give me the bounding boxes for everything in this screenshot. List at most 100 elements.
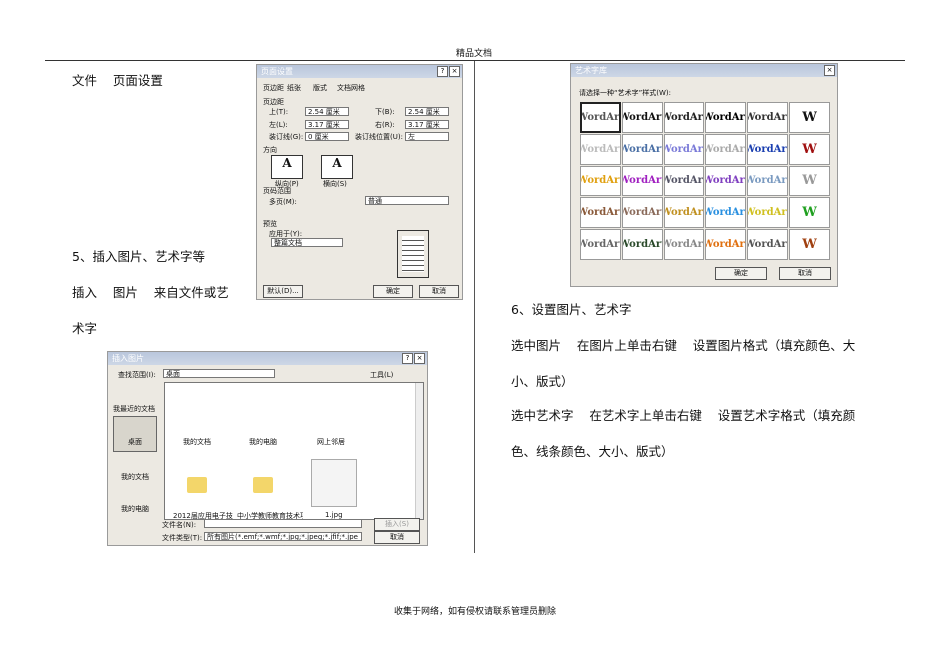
tab-margins[interactable]: 页边距: [263, 83, 284, 93]
column-divider: [474, 61, 475, 553]
right-margin-input[interactable]: 3.17 厘米: [405, 120, 449, 129]
apply-to-select[interactable]: 整篇文档: [271, 238, 343, 247]
bottom-margin-input[interactable]: 2.54 厘米: [405, 107, 449, 116]
default-button[interactable]: 默认(D)...: [263, 285, 303, 298]
left-line-3: 插入 图片 来自文件或艺: [72, 285, 229, 300]
wordart-style-option[interactable]: WordArt: [580, 133, 621, 165]
landscape-label: 横向(S): [323, 180, 347, 188]
right-line-3: 小、版式）: [511, 374, 574, 389]
file-item[interactable]: 1.jpg: [325, 511, 343, 519]
preview-label: 预览: [263, 220, 277, 228]
tab-layout[interactable]: 版式: [313, 83, 327, 93]
wordart-style-option[interactable]: WordArt: [663, 102, 705, 133]
file-item[interactable]: 我的电脑: [249, 437, 277, 447]
orientation-label: 方向: [263, 146, 277, 154]
multi-pages-select[interactable]: 普通: [365, 196, 449, 205]
left-margin-input[interactable]: 3.17 厘米: [305, 120, 349, 129]
file-item[interactable]: 网上邻居: [317, 437, 345, 447]
wordart-style-option[interactable]: WordArt: [663, 197, 705, 229]
place-my-computer[interactable]: 我的电脑: [121, 504, 149, 514]
wordart-style-option[interactable]: WordArt: [747, 229, 789, 260]
cancel-button[interactable]: 取消: [374, 531, 420, 544]
landscape-option[interactable]: A: [321, 155, 353, 179]
image-thumbnail: [311, 459, 357, 507]
wordart-style-option[interactable]: WordArt: [580, 229, 621, 260]
wordart-style-option[interactable]: WordArt: [621, 197, 663, 229]
folder-icon: [187, 477, 207, 493]
place-my-documents[interactable]: 我的文档: [121, 472, 149, 482]
wordart-style-option[interactable]: WordArt: [747, 133, 789, 165]
page-preview: [397, 230, 429, 278]
close-icon[interactable]: ×: [824, 65, 835, 76]
wordart-style-option[interactable]: W: [789, 133, 830, 165]
scrollbar[interactable]: [415, 383, 423, 519]
wordart-style-option[interactable]: WordArt: [705, 133, 747, 165]
filename-label: 文件名(N):: [162, 521, 197, 529]
close-icon[interactable]: ×: [414, 353, 425, 364]
place-recent[interactable]: 我最近的文档: [113, 404, 155, 414]
wordart-grid: WordArtWordArtWordArtWordArtWordArtWWord…: [580, 102, 830, 260]
dialog-titlebar: 插入图片 ? ×: [108, 352, 427, 365]
wordart-style-option[interactable]: WordArt: [580, 102, 621, 133]
insert-picture-dialog: 插入图片 ? × 查找范围(I): 桌面 工具(L) 我最近的文档 桌面 我的文档…: [107, 351, 428, 546]
lookin-select[interactable]: 桌面: [163, 369, 275, 378]
cancel-button[interactable]: 取消: [419, 285, 459, 298]
lookin-label: 查找范围(I):: [118, 371, 156, 379]
right-label: 右(R):: [375, 121, 395, 129]
file-item[interactable]: 我的文档: [183, 437, 211, 447]
page-setup-dialog: 页面设置 ? × 页边距 纸张 版式 文档网格 页边距 上(T): 2.54 厘米…: [256, 64, 463, 300]
close-icon[interactable]: ×: [449, 66, 460, 77]
wordart-style-option[interactable]: W: [789, 102, 830, 133]
portrait-option[interactable]: A: [271, 155, 303, 179]
right-line-4: 选中艺术字 在艺术字上单击右键 设置艺术字格式（填充颜: [511, 408, 856, 423]
wordart-style-option[interactable]: WordArt: [747, 197, 789, 229]
wordart-style-option[interactable]: W: [789, 229, 830, 260]
header-rule: [45, 60, 905, 61]
gutter-pos-select[interactable]: 左: [405, 132, 449, 141]
ok-button[interactable]: 确定: [373, 285, 413, 298]
filename-input[interactable]: [204, 519, 362, 528]
wordart-style-option[interactable]: WordArt: [621, 102, 663, 133]
insert-button[interactable]: 插入(S): [374, 518, 420, 531]
wordart-style-option[interactable]: WordArt: [580, 165, 621, 197]
ok-button[interactable]: 确定: [715, 267, 767, 280]
top-label: 上(T):: [269, 108, 289, 116]
wordart-style-option[interactable]: WordArt: [705, 229, 747, 260]
tab-grid[interactable]: 文档网格: [337, 83, 365, 93]
tools-menu[interactable]: 工具(L): [370, 370, 393, 380]
top-margin-input[interactable]: 2.54 厘米: [305, 107, 349, 116]
cancel-button[interactable]: 取消: [779, 267, 831, 280]
left-line-4: 术字: [72, 321, 98, 336]
wordart-style-option[interactable]: WordArt: [580, 197, 621, 229]
wordart-prompt: 请选择一种“艺术字”样式(W):: [579, 89, 671, 97]
help-icon[interactable]: ?: [402, 353, 413, 364]
wordart-style-option[interactable]: WordArt: [747, 102, 789, 133]
wordart-style-option[interactable]: WordArt: [621, 133, 663, 165]
wordart-style-option[interactable]: WordArt: [663, 133, 705, 165]
place-desktop[interactable]: 桌面: [113, 416, 157, 452]
wordart-style-option[interactable]: WordArt: [705, 102, 747, 133]
right-line-2: 选中图片 在图片上单击右键 设置图片格式（填充颜色、大: [511, 338, 856, 353]
help-icon[interactable]: ?: [437, 66, 448, 77]
filetype-select[interactable]: 所有图片(*.emf;*.wmf;*.jpg;*.jpeg;*.jfif;*.j…: [204, 532, 362, 541]
left-label: 左(L):: [269, 121, 288, 129]
gutter-input[interactable]: 0 厘米: [305, 132, 349, 141]
tab-paper[interactable]: 纸张: [287, 83, 301, 93]
wordart-style-option[interactable]: W: [789, 197, 830, 229]
left-line-1: 文件 页面设置: [72, 73, 163, 88]
wordart-style-option[interactable]: W: [789, 165, 830, 197]
wordart-style-option[interactable]: WordArt: [663, 229, 705, 260]
wordart-style-option[interactable]: WordArt: [663, 165, 705, 197]
header-title: 精品文档: [456, 49, 493, 59]
right-line-5: 色、线条颜色、大小、版式）: [511, 444, 674, 459]
bottom-label: 下(B):: [375, 108, 395, 116]
folder-icon: [253, 477, 273, 493]
wordart-style-option[interactable]: WordArt: [705, 197, 747, 229]
gutter-label: 装订线(G):: [269, 133, 304, 141]
wordart-style-option[interactable]: WordArt: [621, 165, 663, 197]
pages-label: 页码范围: [263, 187, 291, 195]
filetype-label: 文件类型(T):: [162, 534, 203, 542]
wordart-style-option[interactable]: WordArt: [705, 165, 747, 197]
wordart-style-option[interactable]: WordArt: [621, 229, 663, 260]
wordart-style-option[interactable]: WordArt: [747, 165, 789, 197]
